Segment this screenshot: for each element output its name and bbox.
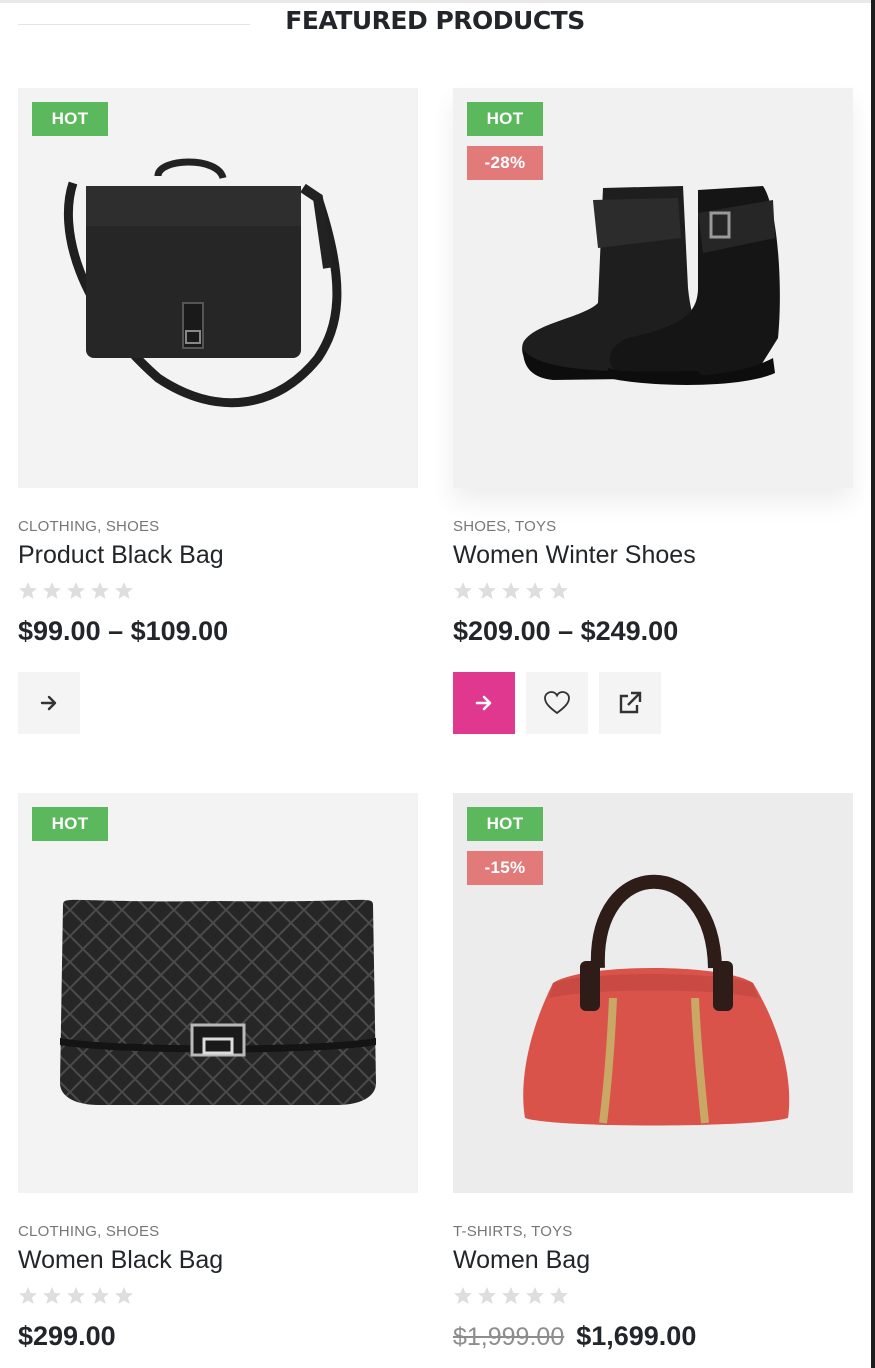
product-price: $99.00 – $109.00 [18, 616, 228, 647]
window-edge [871, 0, 875, 1368]
product-categories[interactable]: CLOTHING, SHOES [18, 1223, 159, 1240]
star-icon [454, 582, 472, 599]
product-actions [18, 672, 80, 734]
arrow-right-icon [40, 695, 57, 711]
product-name[interactable]: Women Bag [453, 1246, 590, 1275]
product-name[interactable]: Product Black Bag [18, 541, 224, 570]
star-icon [91, 1287, 109, 1304]
product-categories[interactable]: T-SHIRTS, TOYS [453, 1223, 573, 1240]
hot-badge: HOT [32, 807, 108, 841]
discount-badge: -15% [467, 851, 543, 885]
price-value: $209.00 – $249.00 [453, 616, 679, 646]
star-icon [526, 1287, 544, 1304]
product-actions [453, 672, 661, 734]
select-options-button[interactable] [18, 672, 80, 734]
discount-badge: -28% [467, 146, 543, 180]
top-divider [0, 0, 875, 3]
star-icon [19, 1287, 37, 1304]
quick-view-button[interactable] [599, 672, 661, 734]
star-icon [550, 1287, 568, 1304]
star-icon [91, 582, 109, 599]
product-categories[interactable]: CLOTHING, SHOES [18, 518, 159, 535]
product-image[interactable] [18, 793, 418, 1193]
price-value: $299.00 [18, 1321, 116, 1351]
hot-badge: HOT [32, 102, 108, 136]
star-icon [550, 582, 568, 599]
hot-badge: HOT [467, 807, 543, 841]
rating-stars [18, 1286, 134, 1306]
star-icon [43, 582, 61, 599]
star-icon [115, 1287, 133, 1304]
star-icon [19, 582, 37, 599]
star-icon [115, 582, 133, 599]
rating-stars [18, 581, 134, 601]
star-icon [43, 1287, 61, 1304]
price-value: $99.00 – $109.00 [18, 616, 229, 646]
product-name[interactable]: Women Black Bag [18, 1246, 223, 1275]
select-options-button[interactable] [453, 672, 515, 734]
star-icon [478, 582, 496, 599]
quilted-black-clutch-image [60, 899, 376, 1105]
price-value: $1,699.00 [576, 1321, 697, 1351]
product-price: $1,999.00 $1,699.00 [453, 1321, 696, 1352]
section-title: FEATURED PRODUCTS [285, 6, 585, 35]
arrow-right-icon [475, 695, 492, 711]
external-link-icon [619, 691, 642, 714]
rating-stars [453, 581, 569, 601]
star-icon [478, 1287, 496, 1304]
star-icon [67, 1287, 85, 1304]
product-categories[interactable]: SHOES, TOYS [453, 518, 556, 535]
hot-badge: HOT [467, 102, 543, 136]
heart-icon [544, 691, 570, 715]
product-name[interactable]: Women Winter Shoes [453, 541, 696, 570]
product-price: $209.00 – $249.00 [453, 616, 678, 647]
star-icon [67, 582, 85, 599]
star-icon [454, 1287, 472, 1304]
rating-stars [453, 1286, 569, 1306]
star-icon [502, 1287, 520, 1304]
wishlist-button[interactable] [526, 672, 588, 734]
product-price: $299.00 [18, 1321, 116, 1352]
star-icon [502, 582, 520, 599]
product-image[interactable] [18, 88, 418, 488]
star-icon [526, 582, 544, 599]
black-messenger-bag-image [63, 158, 342, 408]
old-price: $1,999.00 [453, 1323, 565, 1351]
